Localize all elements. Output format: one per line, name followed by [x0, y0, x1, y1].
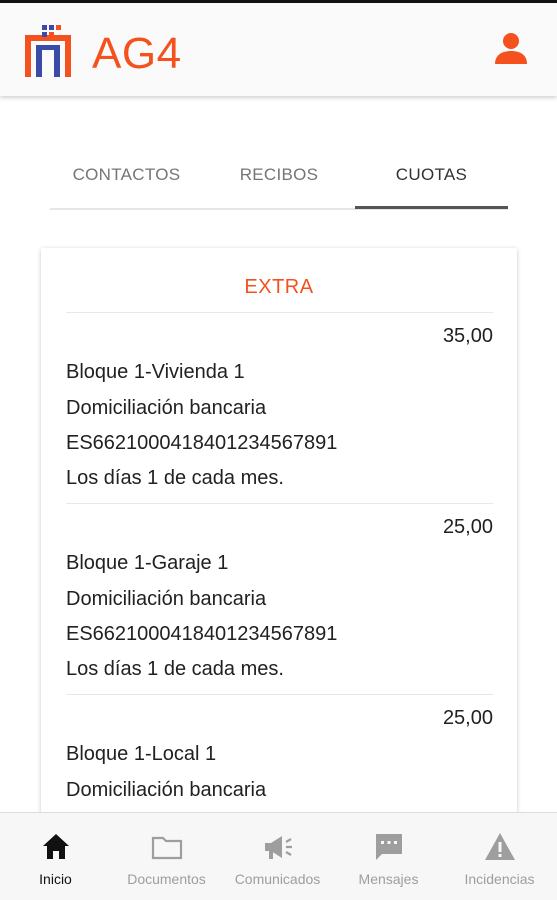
home-icon	[43, 834, 69, 859]
app-title: AG4	[92, 29, 182, 78]
fee-iban: ES6621000418401234567891	[66, 623, 338, 645]
tab-contactos[interactable]: CONTACTOS	[50, 155, 203, 210]
tab-recibos[interactable]: RECIBOS	[203, 155, 355, 210]
fee-iban: ES6621000418401234567891	[66, 432, 338, 454]
megaphone-icon	[265, 836, 292, 859]
fee-item: 25,00 Bloque 1-Garaje 1 Domiciliación ba…	[66, 503, 493, 694]
active-tab-indicator	[355, 206, 508, 209]
fee-schedule: Los días 1 de cada mes.	[66, 467, 284, 489]
nav-mensajes[interactable]: Mensajes	[333, 813, 444, 900]
card-title: EXTRA	[244, 276, 314, 298]
tab-cuotas[interactable]: CUOTAS	[355, 155, 508, 210]
folder-icon	[151, 836, 183, 860]
bottom-navigation: Inicio Documentos Comunicados Mensajes I…	[0, 812, 557, 900]
message-icon	[376, 834, 402, 860]
nav-inicio[interactable]: Inicio	[0, 813, 111, 900]
fee-unit: Bloque 1-Vivienda 1	[66, 361, 245, 383]
nav-label: Documentos	[127, 871, 206, 887]
nav-label: Incidencias	[464, 871, 535, 887]
fee-amount: 35,00	[442, 325, 493, 347]
fee-unit: Bloque 1-Local 1	[66, 743, 217, 765]
fee-amount: 25,00	[442, 516, 493, 538]
nav-label: Mensajes	[358, 871, 419, 887]
fee-payment-method: Domiciliación bancaria	[66, 779, 267, 801]
fee-amount: 25,00	[442, 707, 493, 729]
fee-payment-method: Domiciliación bancaria	[66, 397, 267, 419]
nav-label: Inicio	[39, 871, 72, 887]
nav-documentos[interactable]: Documentos	[111, 813, 222, 900]
user-icon[interactable]	[494, 31, 528, 65]
tab-bar: CONTACTOS RECIBOS CUOTAS	[50, 155, 508, 210]
fees-card: EXTRA 35,00 Bloque 1-Vivienda 1 Domicili…	[41, 248, 517, 868]
fee-item: 35,00 Bloque 1-Vivienda 1 Domiciliación …	[66, 312, 493, 503]
fee-unit: Bloque 1-Garaje 1	[66, 552, 229, 574]
nav-incidencias[interactable]: Incidencias	[444, 813, 555, 900]
fee-schedule: Los días 1 de cada mes.	[66, 658, 284, 680]
nav-comunicados[interactable]: Comunicados	[222, 813, 333, 900]
app-bar: AG4	[0, 0, 557, 96]
warning-icon	[485, 833, 515, 860]
nav-label: Comunicados	[234, 871, 321, 887]
building-logo-icon	[25, 25, 71, 77]
fee-payment-method: Domiciliación bancaria	[66, 588, 267, 610]
